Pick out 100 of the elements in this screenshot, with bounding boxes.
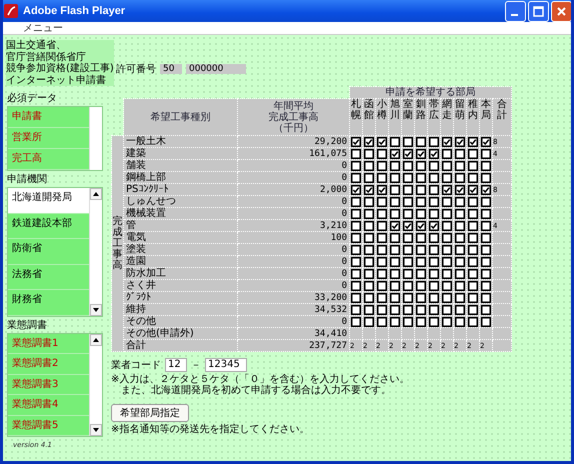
- checkbox[interactable]: [416, 136, 426, 146]
- checkbox[interactable]: [429, 196, 440, 206]
- checkbox[interactable]: [455, 208, 466, 218]
- list-item[interactable]: 業態調書3: [8, 374, 89, 395]
- checkbox[interactable]: [403, 244, 414, 254]
- checkbox[interactable]: [442, 208, 452, 218]
- checkbox[interactable]: [468, 268, 478, 278]
- checkbox[interactable]: [442, 160, 452, 170]
- checkbox[interactable]: [468, 196, 478, 206]
- checkbox[interactable]: [364, 244, 374, 254]
- checkbox[interactable]: [364, 208, 374, 218]
- checkbox[interactable]: [364, 232, 374, 242]
- input-field[interactable]: 12345: [205, 358, 247, 372]
- checkbox[interactable]: [481, 244, 492, 254]
- checkbox[interactable]: [364, 268, 374, 278]
- checkbox[interactable]: [351, 184, 362, 194]
- checkbox[interactable]: [481, 232, 492, 242]
- checkbox[interactable]: [442, 292, 452, 302]
- checkbox[interactable]: [416, 220, 426, 230]
- checkbox[interactable]: [390, 136, 400, 146]
- checkbox[interactable]: [416, 304, 426, 314]
- checkbox[interactable]: [481, 304, 492, 314]
- menu-item[interactable]: メニュー: [23, 22, 63, 34]
- checkbox[interactable]: [377, 244, 388, 254]
- checkbox[interactable]: [468, 220, 478, 230]
- checkbox[interactable]: [442, 196, 452, 206]
- checkbox[interactable]: [403, 220, 414, 230]
- checkbox[interactable]: [364, 136, 374, 146]
- list-item[interactable]: 鉄道建設本部: [8, 214, 89, 239]
- checkbox[interactable]: [416, 184, 426, 194]
- checkbox[interactable]: [455, 136, 466, 146]
- checkbox[interactable]: [377, 316, 388, 326]
- checkbox[interactable]: [442, 256, 452, 266]
- scroll-down-button[interactable]: [90, 304, 102, 316]
- checkbox[interactable]: [416, 280, 426, 290]
- checkbox[interactable]: [429, 220, 440, 230]
- checkbox[interactable]: [390, 148, 400, 158]
- checkbox[interactable]: [481, 172, 492, 182]
- checkbox[interactable]: [455, 304, 466, 314]
- checkbox[interactable]: [455, 196, 466, 206]
- checkbox[interactable]: [442, 184, 452, 194]
- minimize-button[interactable]: [505, 0, 526, 22]
- checkbox[interactable]: [429, 232, 440, 242]
- close-button[interactable]: [551, 0, 571, 22]
- list-item[interactable]: 財務省: [8, 290, 89, 316]
- checkbox[interactable]: [377, 232, 388, 242]
- checkbox[interactable]: [403, 160, 414, 170]
- checkbox[interactable]: [390, 268, 400, 278]
- checkbox[interactable]: [481, 220, 492, 230]
- checkbox[interactable]: [481, 148, 492, 158]
- checkbox[interactable]: [364, 196, 374, 206]
- checkbox[interactable]: [403, 256, 414, 266]
- checkbox[interactable]: [481, 184, 492, 194]
- checkbox[interactable]: [390, 196, 400, 206]
- checkbox[interactable]: [468, 148, 478, 158]
- checkbox[interactable]: [377, 304, 388, 314]
- checkbox[interactable]: [351, 280, 362, 290]
- checkbox[interactable]: [403, 304, 414, 314]
- checkbox[interactable]: [442, 136, 452, 146]
- checkbox[interactable]: [468, 244, 478, 254]
- checkbox[interactable]: [364, 184, 374, 194]
- checkbox[interactable]: [364, 256, 374, 266]
- checkbox[interactable]: [429, 268, 440, 278]
- checkbox[interactable]: [377, 280, 388, 290]
- checkbox[interactable]: [442, 232, 452, 242]
- checkbox[interactable]: [351, 292, 362, 302]
- list-item[interactable]: 業態調書5: [8, 416, 89, 436]
- checkbox[interactable]: [403, 184, 414, 194]
- checkbox[interactable]: [377, 292, 388, 302]
- list-item[interactable]: 営業所: [8, 128, 89, 149]
- checkbox[interactable]: [351, 160, 362, 170]
- checkbox[interactable]: [351, 244, 362, 254]
- checkbox[interactable]: [377, 160, 388, 170]
- checkbox[interactable]: [364, 292, 374, 302]
- checkbox[interactable]: [403, 172, 414, 182]
- checkbox[interactable]: [377, 208, 388, 218]
- checkbox[interactable]: [416, 148, 426, 158]
- checkbox[interactable]: [455, 232, 466, 242]
- checkbox[interactable]: [351, 208, 362, 218]
- checkbox[interactable]: [377, 184, 388, 194]
- checkbox[interactable]: [455, 244, 466, 254]
- checkbox[interactable]: [429, 292, 440, 302]
- checkbox[interactable]: [390, 292, 400, 302]
- checkbox[interactable]: [455, 256, 466, 266]
- checkbox[interactable]: [390, 160, 400, 170]
- checkbox[interactable]: [468, 232, 478, 242]
- input-field[interactable]: 12: [165, 358, 187, 372]
- checkbox[interactable]: [377, 220, 388, 230]
- checkbox[interactable]: [403, 136, 414, 146]
- checkbox[interactable]: [429, 136, 440, 146]
- checkbox[interactable]: [364, 220, 374, 230]
- checkbox[interactable]: [468, 172, 478, 182]
- checkbox[interactable]: [481, 136, 492, 146]
- checkbox[interactable]: [403, 208, 414, 218]
- checkbox[interactable]: [416, 160, 426, 170]
- checkbox[interactable]: [416, 232, 426, 242]
- checkbox[interactable]: [351, 304, 362, 314]
- checkbox[interactable]: [468, 136, 478, 146]
- checkbox[interactable]: [377, 256, 388, 266]
- list-item[interactable]: 業態調書2: [8, 354, 89, 374]
